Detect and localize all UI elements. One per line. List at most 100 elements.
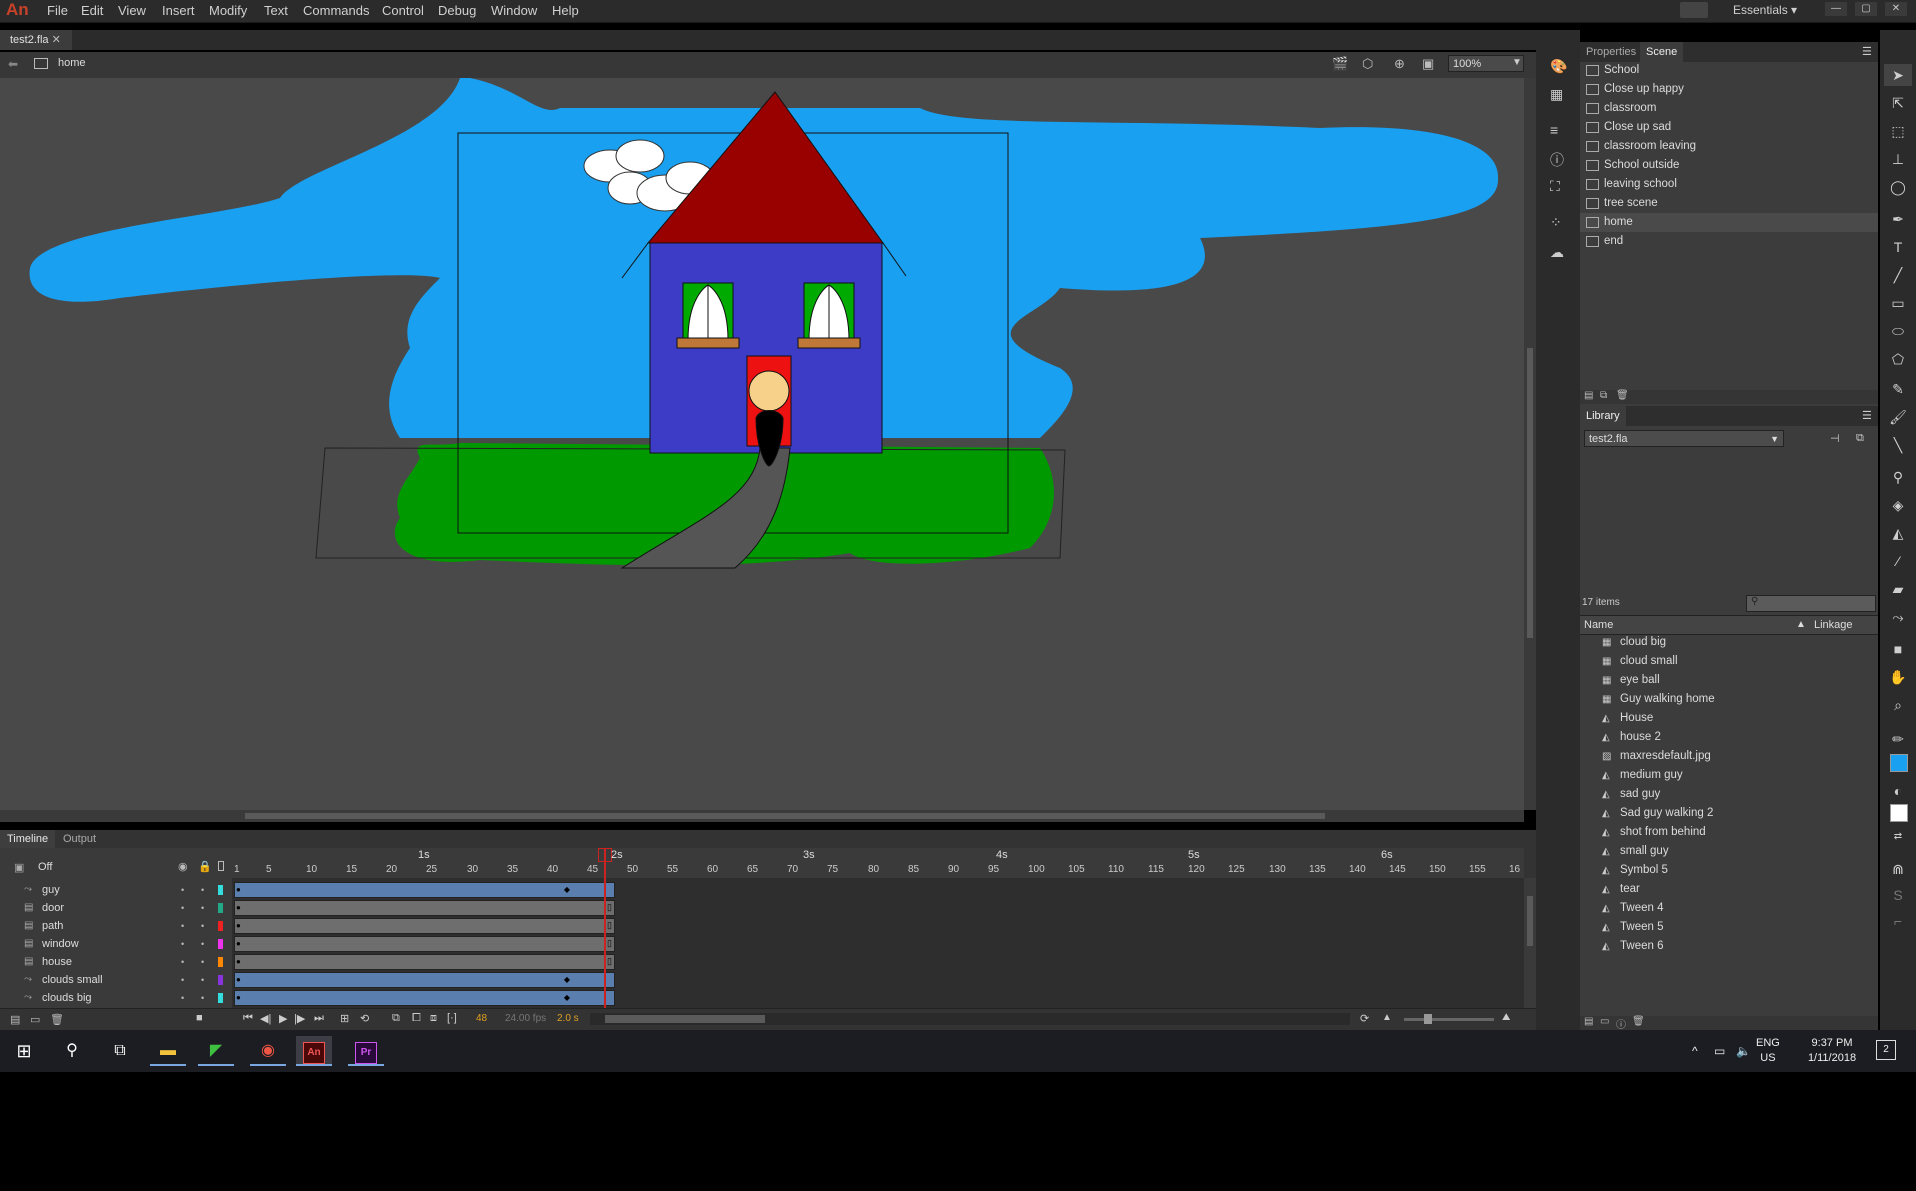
menu-commands[interactable]: Commands [303, 0, 369, 22]
fps-readout[interactable]: 24.00 fps [505, 1013, 546, 1024]
camera-toggle-icon[interactable]: ■ [196, 1012, 203, 1024]
library-item[interactable]: ◭ Tween 4 [1580, 899, 1878, 918]
frame-span[interactable]: ● ◆ [234, 972, 615, 988]
frame-span[interactable]: ● ▯ [234, 954, 615, 970]
close-tab-icon[interactable]: ✕ [52, 34, 61, 46]
menu-text[interactable]: Text [264, 0, 288, 22]
center-stage-icon[interactable]: ⊕ [1394, 56, 1405, 72]
timeline-zoom-slider[interactable] [1404, 1014, 1494, 1024]
menu-file[interactable]: File [47, 0, 68, 22]
layer-visibility-toggle[interactable]: • [181, 935, 184, 953]
lock-all-icon[interactable]: 🔒 [198, 860, 212, 873]
scene-list-item[interactable]: Close up sad [1580, 118, 1878, 137]
pen-tool-icon[interactable]: ✒ [1884, 208, 1912, 230]
playhead[interactable] [604, 848, 606, 1008]
line-tool-icon[interactable]: ╱ [1884, 264, 1912, 286]
back-arrow-icon[interactable]: ⬅ [8, 57, 18, 71]
timeline-vscrollbar[interactable] [1524, 878, 1536, 1008]
camera-tool-icon[interactable]: ■ [1884, 638, 1912, 660]
playhead-handle[interactable] [598, 848, 612, 862]
menu-help[interactable]: Help [552, 0, 579, 22]
layer-visibility-toggle[interactable]: • [181, 917, 184, 935]
add-scene-icon[interactable]: ▤ [1584, 390, 1593, 401]
library-item[interactable]: ◭ Symbol 5 [1580, 861, 1878, 880]
keyframe-marker[interactable]: ◆ [564, 975, 570, 984]
pin-library-icon[interactable]: ⊣ [1830, 432, 1840, 445]
search-icon[interactable]: ⚲ [54, 1036, 90, 1066]
sync-settings-icon[interactable] [1680, 2, 1708, 18]
app-green-icon[interactable]: ◤ [198, 1036, 234, 1066]
keyframe-marker[interactable]: ● [236, 957, 241, 966]
end-frame-marker[interactable]: ▯ [607, 956, 612, 967]
keyframe-marker[interactable]: ● [236, 939, 241, 948]
new-symbol-icon[interactable]: ▤ [1584, 1016, 1593, 1027]
delete-scene-icon[interactable]: 🗑 [1616, 390, 1629, 401]
fill-color-swatch[interactable] [1890, 804, 1908, 822]
duplicate-scene-icon[interactable]: ⧉ [1600, 390, 1607, 401]
timeline-layer-row[interactable]: ⤳ guy • • [0, 881, 232, 899]
layer-lock-toggle[interactable]: • [201, 971, 204, 989]
timeline-layer-row[interactable]: ⤳ clouds small • • [0, 971, 232, 989]
3d-rotation-tool-icon[interactable]: ⊥ [1884, 148, 1912, 170]
scene-list-item[interactable]: home [1580, 213, 1878, 232]
new-layer-icon[interactable]: ▤ [10, 1013, 20, 1026]
library-item[interactable]: ▨ maxresdefault.jpg [1580, 747, 1878, 766]
show-hide-all-icon[interactable]: ◉ [178, 860, 188, 873]
menu-edit[interactable]: Edit [81, 0, 103, 22]
layer-lock-toggle[interactable]: • [201, 881, 204, 899]
col-linkage[interactable]: Linkage [1814, 616, 1853, 634]
library-document-select[interactable]: test2.fla ▼ [1584, 430, 1784, 447]
onion-skin-icon[interactable]: ⧉ [392, 1012, 400, 1025]
delete-layer-icon[interactable]: 🗑 [50, 1013, 64, 1026]
swap-colors-icon[interactable]: ⇄ [1884, 826, 1912, 848]
layer-name[interactable]: window [42, 935, 79, 953]
timeline-layer-row[interactable]: ▤ house • • [0, 953, 232, 971]
pencil-tool-icon[interactable]: ✎ [1884, 378, 1912, 400]
timeline-zoom-knob[interactable] [1424, 1014, 1432, 1024]
timeline-hscrollbar[interactable] [590, 1013, 1350, 1025]
layer-outline-color-swatch[interactable] [218, 975, 223, 985]
properties-icon[interactable]: ⓘ [1616, 1016, 1626, 1031]
play-icon[interactable]: ▶ [279, 1012, 287, 1025]
tab-timeline[interactable]: Timeline [0, 830, 56, 848]
zoom-tool-icon[interactable]: ⌕ [1884, 694, 1912, 716]
layer-outline-color-swatch[interactable] [218, 957, 223, 967]
keyframe-marker[interactable]: ● [236, 993, 241, 1002]
fit-timeline-icon[interactable]: ⟳ [1360, 1012, 1369, 1025]
frame-span[interactable]: ● ▯ [234, 900, 615, 916]
edit-symbols-icon[interactable]: ⬡ [1362, 56, 1373, 72]
free-transform-tool-icon[interactable]: ⬚ [1884, 120, 1912, 142]
cc-libraries-icon[interactable]: ☁ [1550, 244, 1564, 261]
premiere-taskbar-icon[interactable]: Pr [348, 1036, 384, 1066]
info-icon[interactable]: ⓘ [1550, 150, 1564, 170]
layer-outline-color-swatch[interactable] [218, 939, 223, 949]
timeline-layer-row[interactable]: ⤳ clouds big • • [0, 989, 232, 1007]
timeline-layer-row[interactable]: ▤ path • • [0, 917, 232, 935]
stage-pasteboard[interactable] [0, 78, 1524, 810]
snap-to-objects-icon[interactable]: ⋒ [1884, 858, 1912, 880]
frame-span[interactable]: ● ▯ [234, 936, 615, 952]
timeline-hscroll-thumb[interactable] [605, 1015, 765, 1023]
tab-output[interactable]: Output [56, 830, 103, 848]
edit-scene-icon[interactable]: 🎬 [1332, 56, 1348, 72]
tab-scene[interactable]: Scene [1640, 42, 1684, 62]
layer-visibility-toggle[interactable]: • [181, 899, 184, 917]
scene-list-item[interactable]: tree scene [1580, 194, 1878, 213]
edit-multiple-icon[interactable]: ⧈ [430, 1012, 437, 1025]
task-view-icon[interactable]: ⧉ [102, 1036, 138, 1066]
notification-center-icon[interactable]: 2 [1876, 1040, 1896, 1060]
library-item[interactable]: ▦ cloud small [1580, 652, 1878, 671]
scene-list-item[interactable]: leaving school [1580, 175, 1878, 194]
zoom-dropdown-icon[interactable]: ▼ [1512, 57, 1522, 68]
layer-visibility-toggle[interactable]: • [181, 953, 184, 971]
layer-name[interactable]: house [42, 953, 72, 971]
eyedropper-tool-icon[interactable]: ⁄ [1884, 550, 1912, 572]
col-name[interactable]: Name [1584, 616, 1613, 634]
scene-list-item[interactable]: Close up happy [1580, 80, 1878, 99]
library-menu-icon[interactable]: ☰ [1862, 409, 1872, 422]
library-item[interactable]: ◭ Tween 6 [1580, 937, 1878, 956]
paint-brush-tool-icon[interactable]: 🖌 [1884, 406, 1912, 428]
keyframe-marker[interactable]: ◆ [564, 993, 570, 1002]
brush-tool-icon[interactable]: ╲ [1884, 434, 1912, 456]
polystar-tool-icon[interactable]: ⬠ [1884, 348, 1912, 370]
